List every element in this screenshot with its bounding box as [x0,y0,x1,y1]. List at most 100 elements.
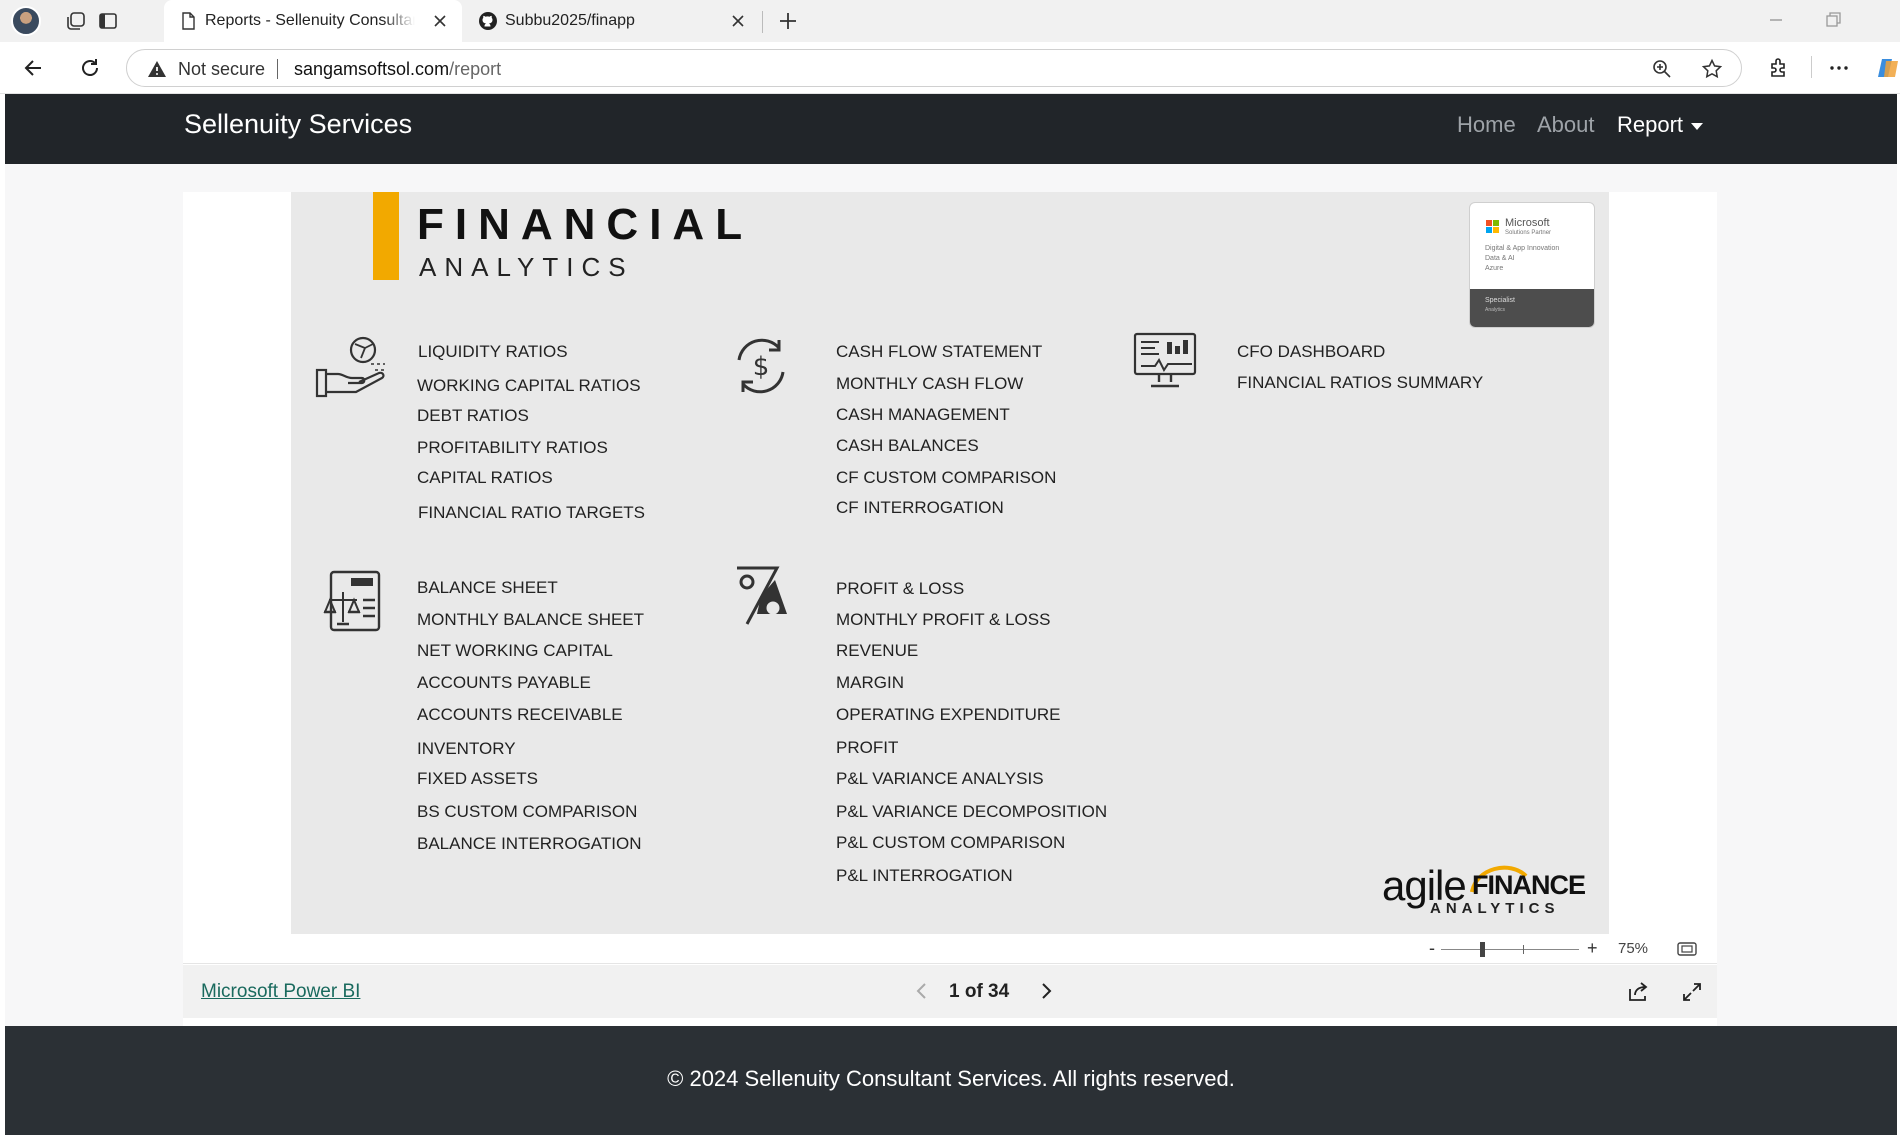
share-icon[interactable] [1627,981,1649,1003]
agile-finance-logo: agile FINANCE ANALYTICS [1382,862,1586,922]
percent-tag-icon [737,566,787,625]
report-link-bs-custom-comparison[interactable]: BS CUSTOM COMPARISON [417,802,637,822]
close-tab-icon[interactable] [728,11,748,31]
report-link-monthly-profit-loss[interactable]: MONTHLY PROFIT & LOSS [836,610,1050,630]
badge-brand: Microsoft [1505,217,1550,229]
report-link-profit[interactable]: PROFIT [836,738,898,758]
report-link-balance-sheet[interactable]: BALANCE SHEET [417,578,558,598]
powerbi-link[interactable]: Microsoft Power BI [201,981,360,1003]
report-link-pl-variance-decomposition[interactable]: P&L VARIANCE DECOMPOSITION [836,802,1107,822]
report-link-financial-ratio-targets[interactable]: FINANCIAL RATIO TARGETS [418,503,645,523]
site-navbar: Sellenuity Services Home About Report [5,94,1897,164]
report-link-margin[interactable]: MARGIN [836,673,904,693]
report-link-cash-balances[interactable]: CASH BALANCES [836,436,979,456]
report-link-cf-interrogation[interactable]: CF INTERROGATION [836,498,1004,518]
tab-separator [762,11,763,33]
tab-reports[interactable]: Reports - Sellenuity Consultant Services [164,0,462,42]
url-text[interactable]: sangamsoftsol.com/report [294,59,501,80]
report-title: FINANCIAL [417,200,754,249]
close-tab-icon[interactable] [430,11,450,31]
microsoft-partner-badge: Microsoft Solutions Partner Digital & Ap… [1469,202,1595,328]
github-icon [479,12,497,30]
report-link-working-capital-ratios[interactable]: WORKING CAPITAL RATIOS [417,376,641,396]
report-link-cash-management[interactable]: CASH MANAGEMENT [836,405,1010,425]
report-link-pl-variance-analysis[interactable]: P&L VARIANCE ANALYSIS [836,769,1044,789]
report-link-capital-ratios[interactable]: CAPITAL RATIOS [417,468,553,488]
url-host: sangamsoftsol.com [294,59,450,79]
warning-icon[interactable] [147,59,167,79]
security-label[interactable]: Not secure [178,59,265,80]
hand-coin-icon [315,336,387,398]
vertical-tabs-icon[interactable] [96,9,120,33]
report-link-liquidity-ratios[interactable]: LIQUIDITY RATIOS [418,342,568,362]
report-link-operating-expenditure[interactable]: OPERATING EXPENDITURE [836,705,1061,725]
fit-to-page-icon[interactable] [1677,942,1697,956]
report-link-debt-ratios[interactable]: DEBT RATIOS [417,406,529,426]
report-link-inventory[interactable]: INVENTORY [417,739,516,759]
nav-report-label: Report [1617,112,1684,137]
title-accent-bar [373,192,399,280]
zoom-out-button[interactable]: - [1429,938,1435,959]
powerbi-embed: FINANCIAL ANALYTICS Microsoft Solutions … [183,192,1717,1028]
report-link-financial-ratios-summary[interactable]: FINANCIAL RATIOS SUMMARY [1237,373,1483,393]
fullscreen-icon[interactable] [1681,981,1703,1003]
report-link-profitability-ratios[interactable]: PROFITABILITY RATIOS [417,438,608,458]
report-link-revenue[interactable]: REVENUE [836,641,918,661]
report-link-fixed-assets[interactable]: FIXED ASSETS [417,769,538,789]
nav-about[interactable]: About [1537,112,1595,138]
zoom-icon[interactable] [1651,58,1673,80]
report-link-profit-loss[interactable]: PROFIT & LOSS [836,579,964,599]
previous-page-icon[interactable] [913,981,931,1001]
report-link-monthly-cash-flow[interactable]: MONTHLY CASH FLOW [836,374,1023,394]
report-link-cf-custom-comparison[interactable]: CF CUSTOM COMPARISON [836,468,1056,488]
badge-specialist-area: Analytics [1485,307,1506,313]
restore-icon[interactable] [1823,10,1843,30]
report-link-pl-custom-comparison[interactable]: P&L CUSTOM COMPARISON [836,833,1065,853]
nav-home[interactable]: Home [1457,112,1516,138]
copilot-icon[interactable] [1876,55,1900,81]
minimize-icon[interactable] [1766,10,1786,30]
zoom-in-button[interactable]: + [1587,938,1598,959]
report-link-cfo-dashboard[interactable]: CFO DASHBOARD [1237,342,1385,362]
report-link-monthly-balance-sheet[interactable]: MONTHLY BALANCE SHEET [417,610,644,630]
report-link-cash-flow-statement[interactable]: CASH FLOW STATEMENT [836,342,1042,362]
badge-line: Data & AI [1485,255,1515,262]
zoom-slider-thumb[interactable] [1480,942,1486,957]
caret-down-icon [1691,122,1704,130]
nav-report-dropdown[interactable]: Report [1617,112,1704,138]
badge-footer: Specialist Analytics [1470,289,1594,327]
badge-line: Azure [1485,265,1504,272]
new-tab-icon[interactable] [776,9,800,33]
url-path: /report [449,59,502,79]
favorite-star-icon[interactable] [1701,58,1723,80]
address-divider [277,59,278,79]
logo-word-finance: FINANCE [1472,870,1586,900]
extensions-icon[interactable] [1766,55,1792,81]
back-icon[interactable] [21,55,47,81]
zoom-level: 75% [1618,940,1649,957]
report-link-accounts-receivable[interactable]: ACCOUNTS RECEIVABLE [417,705,623,725]
microsoft-logo-icon [1486,220,1500,234]
badge-specialist: Specialist [1485,297,1515,304]
report-link-net-working-capital[interactable]: NET WORKING CAPITAL [417,641,613,661]
next-page-icon[interactable] [1037,981,1055,1001]
toolbar-separator [1811,56,1812,78]
tab-title: Reports - Sellenuity Consultant Services [205,12,415,29]
balance-scale-doc-icon [323,570,381,632]
footer-copyright: © 2024 Sellenuity Consultant Services. A… [667,1066,1235,1091]
report-link-pl-interrogation[interactable]: P&L INTERROGATION [836,866,1013,886]
zoom-slider[interactable] [1441,949,1579,950]
logo-word-analytics: ANALYTICS [1430,900,1560,917]
address-bar[interactable]: Not secure sangamsoftsol.com/report [126,49,1742,87]
report-link-balance-interrogation[interactable]: BALANCE INTERROGATION [417,834,642,854]
profile-avatar[interactable] [11,6,41,36]
more-menu-icon[interactable] [1826,55,1852,81]
zoom-slider-tick [1523,945,1524,954]
refresh-icon[interactable] [77,55,103,81]
tab-github[interactable]: Subbu2025/finapp [464,0,760,42]
site-footer: © 2024 Sellenuity Consultant Services. A… [5,1026,1897,1135]
report-link-accounts-payable[interactable]: ACCOUNTS PAYABLE [417,673,591,693]
report-subtitle: ANALYTICS [419,252,634,282]
workspaces-icon[interactable] [64,9,88,33]
site-brand[interactable]: Sellenuity Services [184,109,412,140]
